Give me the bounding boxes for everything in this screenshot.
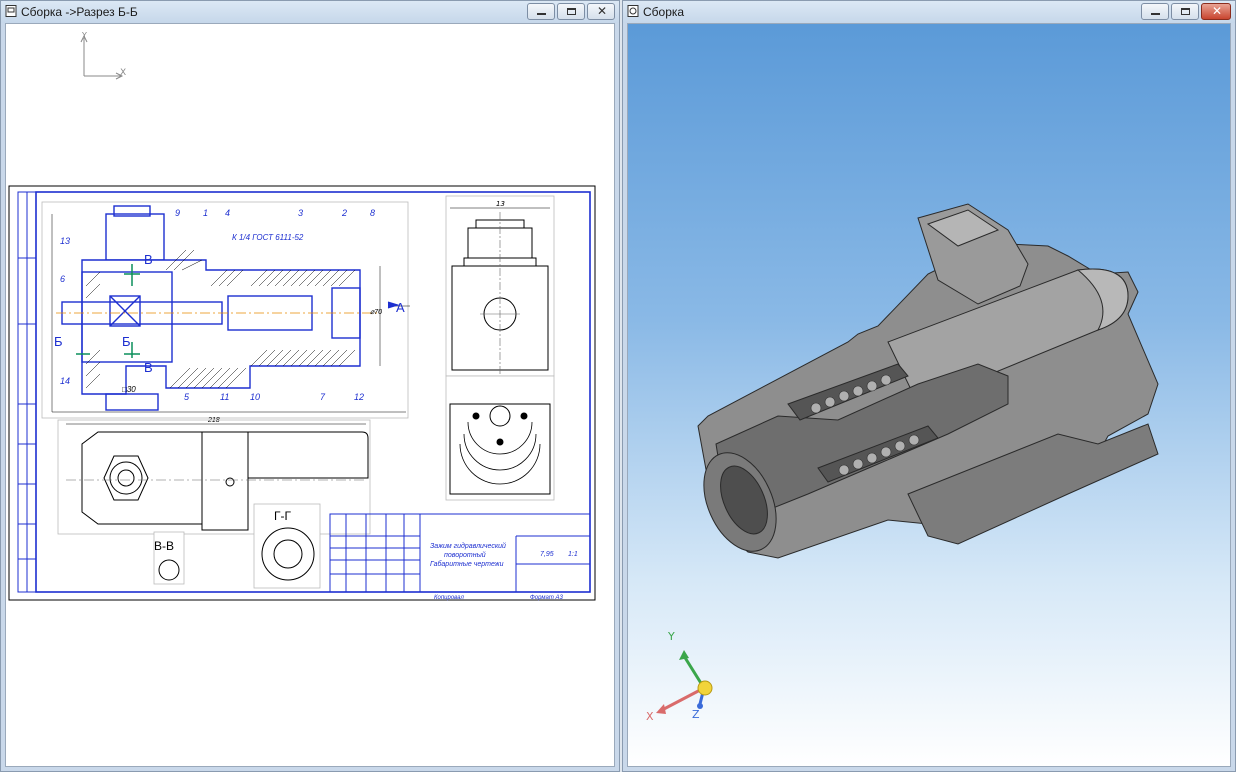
close-icon: ✕ (597, 4, 608, 18)
spec-label: К 1/4 ГОСТ 6111-52 (232, 233, 304, 242)
title-block-name-3: Габаритные чертежи (430, 560, 504, 568)
callout-8: 8 (370, 208, 375, 218)
callout-6: 6 (60, 274, 65, 284)
ucs-axes (80, 34, 124, 80)
label-b: Б (54, 334, 63, 349)
callout-3: 3 (298, 208, 303, 218)
title-block-ratio: 1:1 (568, 551, 578, 558)
callout-11: 11 (220, 392, 229, 402)
axis-y-label: Y (81, 31, 87, 40)
drawing-document-icon (5, 5, 17, 17)
footer-copied: Копировал (434, 595, 464, 601)
title-block-name-1: Зажим гидравлический (430, 542, 506, 550)
maximize-button[interactable] (1171, 3, 1199, 20)
drawing-canvas[interactable]: Y X 9 1 4 3 2 8 13 6 5 11 10 7 12 14 К 1… (5, 23, 615, 767)
drawing-window-titlebar[interactable]: Сборка ->Разрез Б-Б ✕ (1, 1, 619, 23)
title-block-name-2: поворотный (444, 551, 486, 559)
close-button[interactable]: ✕ (1201, 3, 1231, 20)
maximize-button[interactable] (557, 3, 585, 20)
maximize-icon (1181, 8, 1190, 15)
label-v-top: В (144, 252, 153, 267)
callout-4: 4 (225, 208, 230, 218)
dim-square-30: □30 (122, 385, 136, 394)
callout-10: 10 (250, 392, 260, 402)
dim-218: 218 (207, 417, 220, 424)
dim-diameter-70: ⌀70 (370, 309, 382, 316)
label-v-bottom: В (144, 360, 153, 375)
view-a-arrow-label: А (396, 300, 405, 315)
drawing-window-title: Сборка ->Разрез Б-Б (21, 5, 138, 19)
footer-format: Формат А3 (530, 595, 563, 601)
maximize-icon (567, 8, 576, 15)
label-b-2: Б (122, 334, 131, 349)
callout-2: 2 (341, 208, 347, 218)
section-vv-title: В-В (154, 539, 174, 553)
section-gg-title: Г-Г (274, 509, 291, 523)
model-window[interactable]: Сборка ✕ Y X Z (622, 0, 1236, 772)
triad-x-label: X (646, 710, 654, 723)
axis-x-label: X (120, 68, 126, 78)
model-window-titlebar[interactable]: Сборка ✕ (623, 1, 1235, 23)
title-block-scale: 7,95 (540, 551, 554, 558)
dim-top: 13 (496, 200, 505, 208)
callout-13: 13 (60, 236, 70, 246)
assembly-model (697, 203, 1159, 559)
minimize-icon (1151, 13, 1160, 15)
callout-12: 12 (354, 392, 364, 402)
close-icon: ✕ (1212, 4, 1223, 18)
triad-z-label: Z (692, 708, 700, 721)
minimize-button[interactable] (1141, 3, 1169, 20)
callout-14: 14 (60, 376, 70, 386)
drawing-window[interactable]: Сборка ->Разрез Б-Б ✕ Y X 9 1 4 3 2 8 13… (0, 0, 620, 772)
drawing-svg: Y X 9 1 4 3 2 8 13 6 5 11 10 7 12 14 К 1… (8, 31, 596, 601)
minimize-icon (537, 13, 546, 15)
close-button[interactable]: ✕ (587, 3, 615, 20)
callout-9: 9 (175, 208, 180, 218)
model-svg: Y X Z (646, 203, 1159, 723)
minimize-button[interactable] (527, 3, 555, 20)
model-viewport[interactable]: Y X Z (627, 23, 1231, 767)
callout-1: 1 (203, 208, 208, 218)
triad-y-label: Y (667, 630, 675, 643)
model-window-title: Сборка (643, 5, 685, 19)
assembly-document-icon (627, 5, 639, 17)
orientation-triad (656, 650, 713, 714)
